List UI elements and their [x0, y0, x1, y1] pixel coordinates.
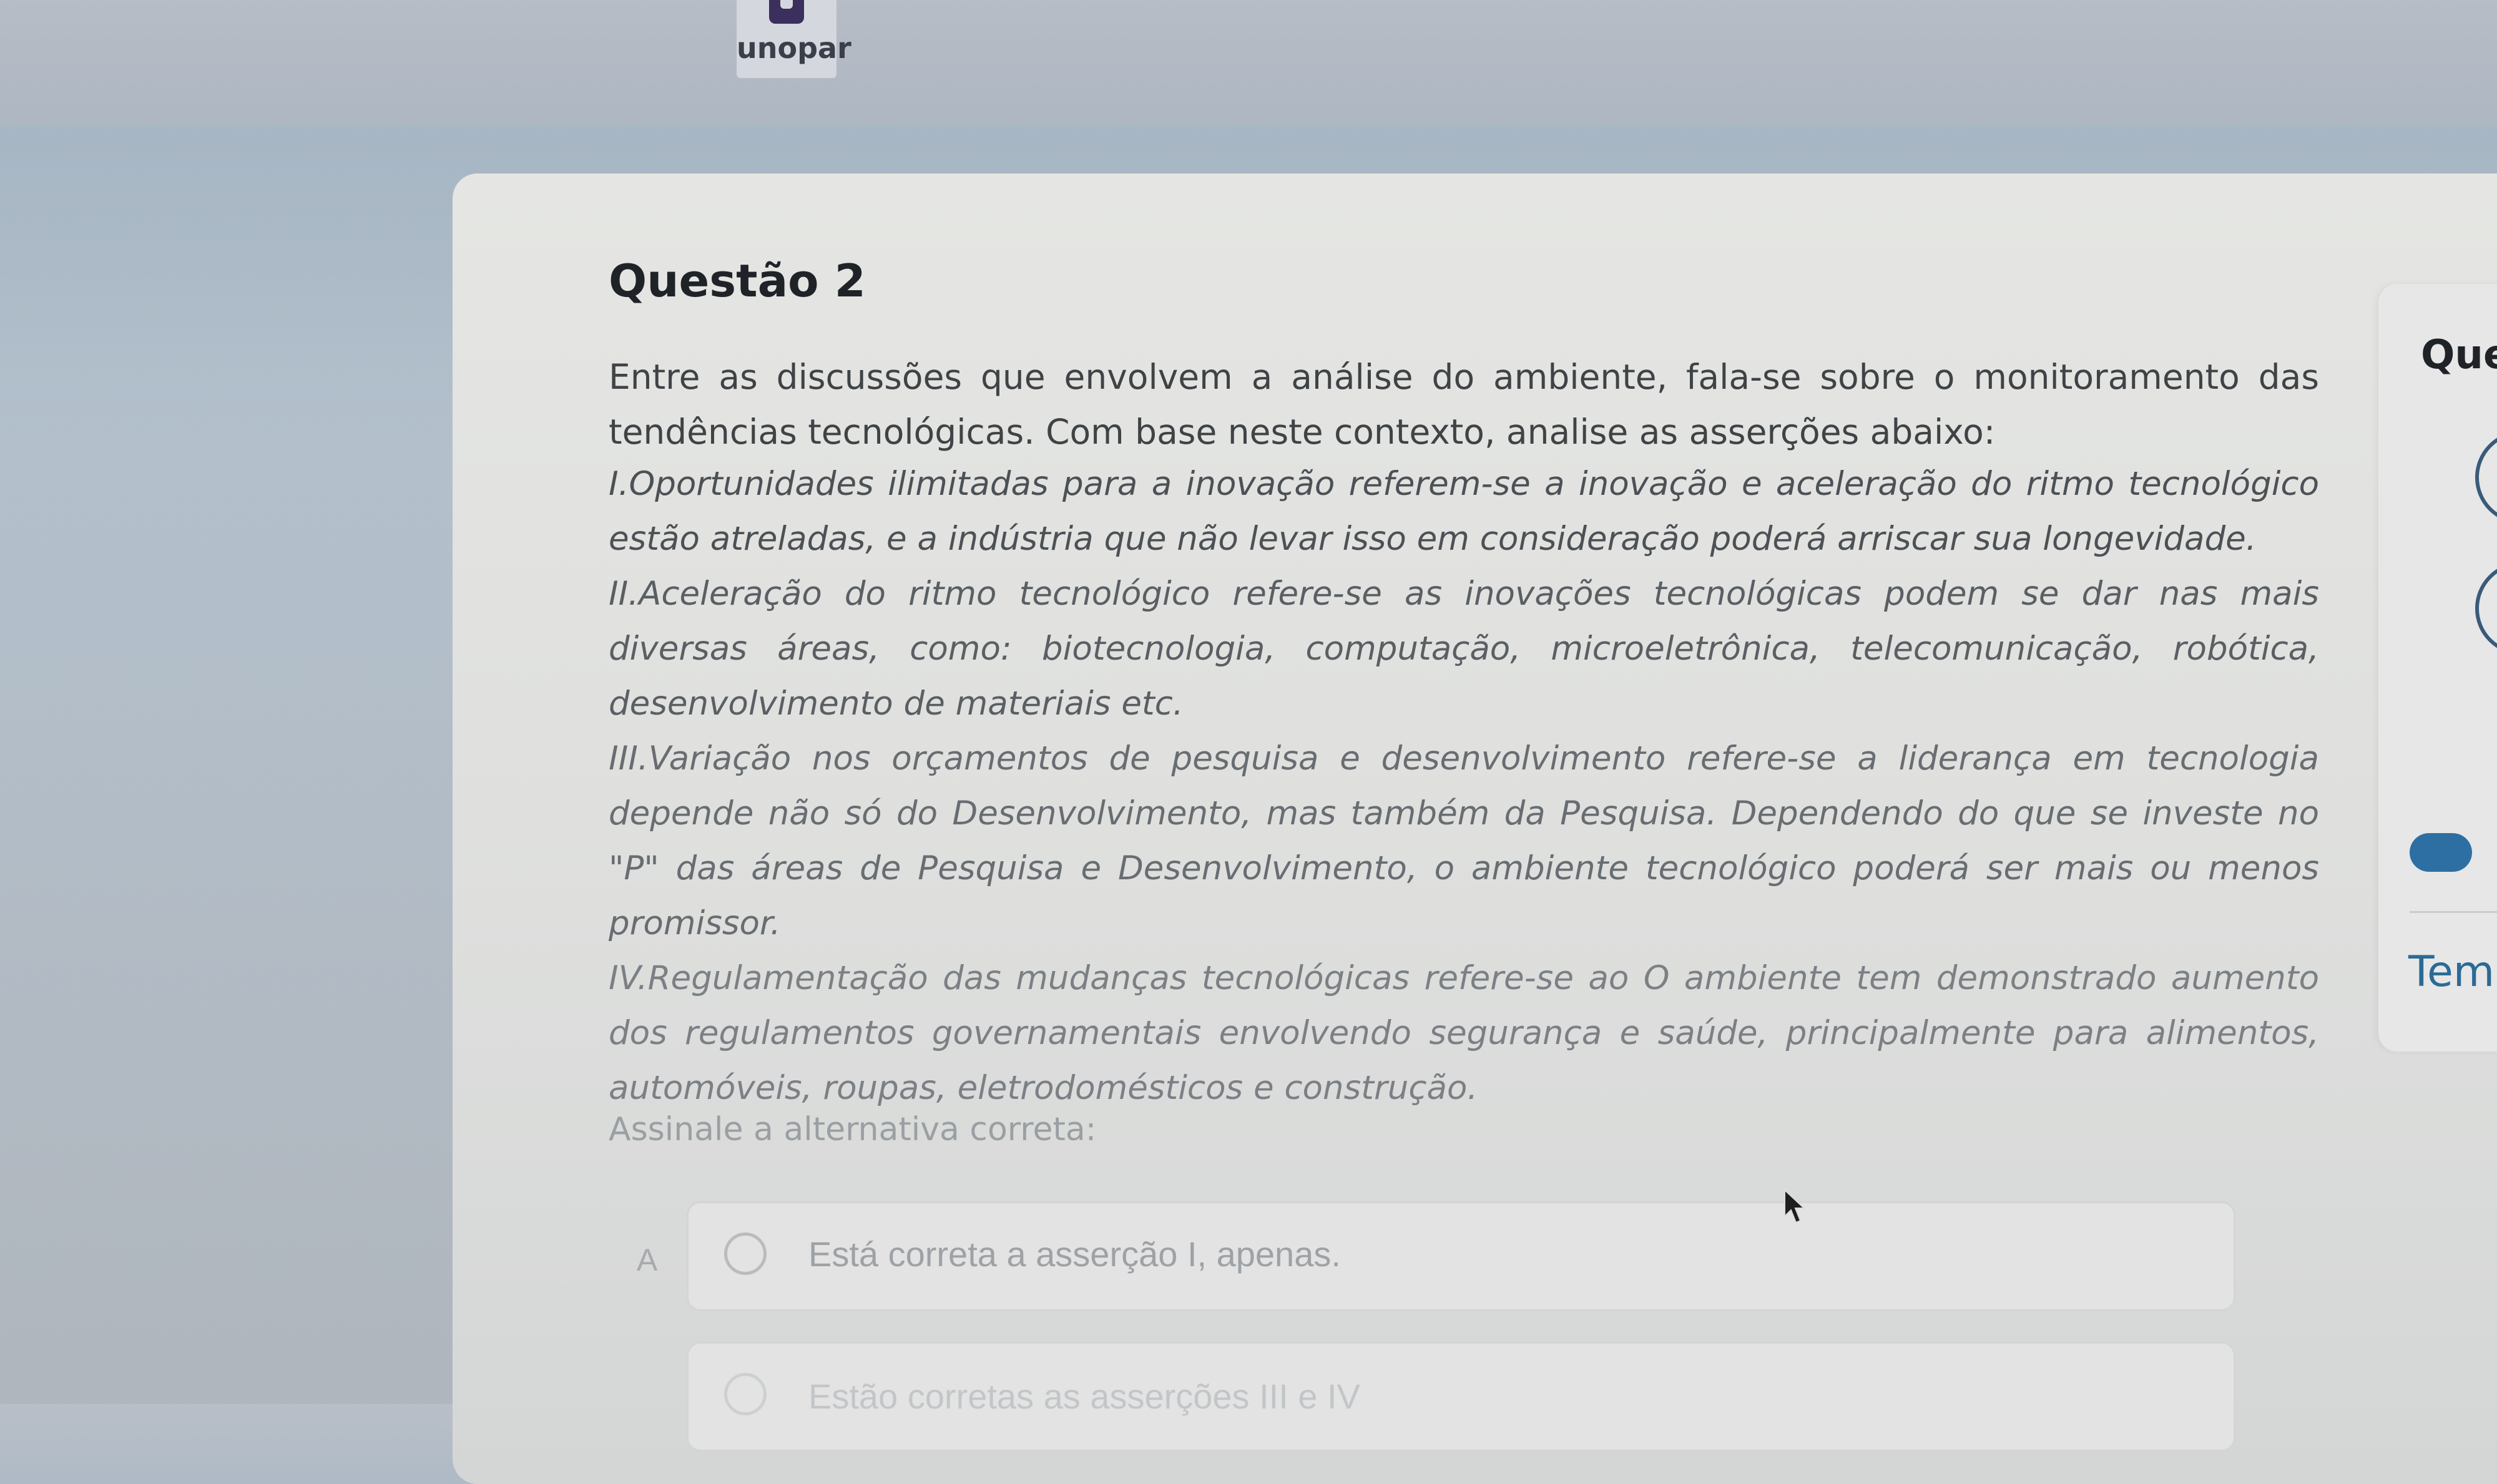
assertion-item: IV.Regulamentação das mudanças tecnológi…: [609, 959, 2319, 1107]
option-a-text: Está correta a asserção I, apenas.: [808, 1234, 1341, 1274]
option-b-radio[interactable]: [724, 1373, 767, 1415]
toggle-switch[interactable]: [2410, 833, 2472, 872]
option-b-text: Estão corretas as asserções III e IV: [808, 1377, 1360, 1416]
question-intro: Entre as discussões que envolvem a análi…: [609, 357, 2319, 452]
divider: [2410, 911, 2497, 913]
assertion-item: I.Oportunidades ilimitadas para a inovaç…: [609, 465, 2319, 558]
side-panel: [2378, 284, 2497, 1052]
brand-name: unopar: [737, 31, 851, 65]
answer-prompt: Assinale a alternativa correta:: [609, 1111, 1097, 1148]
question-title: Questão 2: [609, 255, 866, 307]
option-a-radio[interactable]: [724, 1233, 767, 1275]
mouse-pointer-icon: [1784, 1189, 1806, 1224]
assertion-item: III.Variação nos orçamentos de pesquisa …: [609, 740, 2319, 942]
unopar-logo-icon: [769, 0, 804, 24]
option-letter: A: [637, 1242, 658, 1277]
timer-label: Temp: [2408, 947, 2497, 997]
side-panel-title: Ques: [2421, 332, 2497, 378]
assertion-item: II.Aceleração do ritmo tecnológico refer…: [609, 575, 2319, 723]
assertion-list: I.Oportunidades ilimitadas para a inovaç…: [609, 457, 2319, 1116]
top-bar: [0, 0, 2497, 125]
